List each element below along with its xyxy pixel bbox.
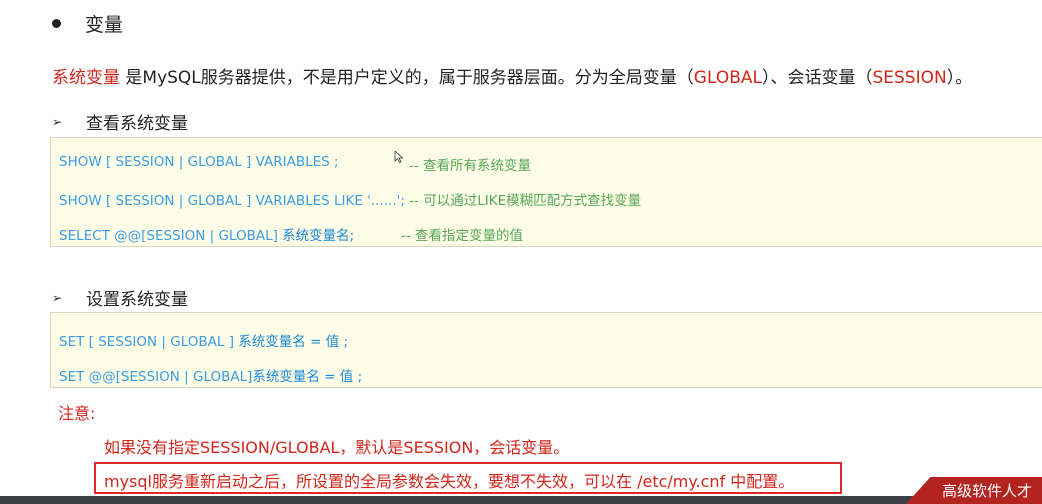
page: 变量 系统变量 是MySQL服务器提供，不是用户定义的，属于服务器层面。分为全局… — [0, 0, 1042, 504]
code-line: SET @@[SESSION | GLOBAL]系统变量名 = 值 ; — [59, 365, 362, 385]
code-text: SELECT @@[SESSION | GLOBAL] — [59, 228, 278, 244]
mouse-cursor-icon — [394, 151, 404, 163]
view-heading: ➢ 查看系统变量 — [52, 109, 188, 134]
code-text-strong: 系统变量名 = 值 ; — [238, 334, 349, 350]
code-line: SET [ SESSION | GLOBAL ] 系统变量名 = 值 ; — [59, 330, 348, 350]
intro-text-1: 是MySQL服务器提供，不是用户定义的，属于服务器层面。分为全局变量（ — [120, 68, 694, 88]
watermark-text: 高级软件人才 — [942, 482, 1033, 500]
code-line: SHOW [ SESSION | GLOBAL ] VARIABLES ; — [59, 154, 339, 170]
intro-term: 系统变量 — [52, 68, 120, 88]
view-code-block: SHOW [ SESSION | GLOBAL ] VARIABLES ; --… — [50, 137, 1042, 247]
intro-paragraph: 系统变量 是MySQL服务器提供，不是用户定义的，属于服务器层面。分为全局变量（… — [52, 63, 972, 88]
note-title: 注意: — [58, 404, 96, 423]
intro-session: SESSION — [872, 68, 947, 88]
bullet-icon — [52, 19, 61, 28]
set-heading-text: 设置系统变量 — [86, 290, 188, 310]
code-text: SHOW [ SESSION | GLOBAL ] VARIABLES ; — [59, 154, 339, 170]
watermark-logo: 高级软件人才 — [906, 477, 1042, 504]
code-text-strong: 系统变量名 = 值 ; — [252, 369, 363, 385]
view-heading-text: 查看系统变量 — [86, 114, 188, 134]
code-text: SET @@[SESSION | GLOBAL] — [59, 369, 253, 385]
code-comment: -- 可以通过LIKE模糊匹配方式查找变量 — [409, 193, 642, 209]
code-text: SET [ SESSION | GLOBAL ] — [59, 334, 234, 350]
section-heading-text: 变量 — [85, 14, 124, 36]
code-line: SHOW [ SESSION | GLOBAL ] VARIABLES LIKE… — [59, 189, 641, 209]
code-comment: -- 查看指定变量的值 — [401, 228, 524, 244]
code-line: SELECT @@[SESSION | GLOBAL] 系统变量名; — [59, 224, 354, 244]
section-heading: 变量 — [52, 10, 123, 37]
intro-text-2: ）、会话变量（ — [761, 68, 873, 88]
note-line-1: 如果没有指定SESSION/GLOBAL，默认是SESSION，会话变量。 — [104, 438, 570, 457]
note-line-2: mysql服务重新启动之后，所设置的全局参数会失效，要想不失效，可以在 /etc… — [104, 472, 795, 491]
arrowhead-icon: ➢ — [52, 114, 63, 129]
code-comment: -- 查看所有系统变量 — [409, 158, 532, 174]
code-text: SHOW [ SESSION | GLOBAL ] VARIABLES LIKE… — [59, 193, 405, 209]
set-code-block: SET [ SESSION | GLOBAL ] 系统变量名 = 值 ; SET… — [50, 312, 1042, 388]
set-heading: ➢ 设置系统变量 — [52, 285, 188, 310]
intro-text-3: ）。 — [946, 68, 973, 88]
intro-global: GLOBAL — [693, 68, 762, 88]
bottom-bar — [0, 496, 1042, 504]
code-text-strong: 系统变量名; — [282, 228, 355, 244]
arrowhead-icon: ➢ — [52, 290, 63, 305]
